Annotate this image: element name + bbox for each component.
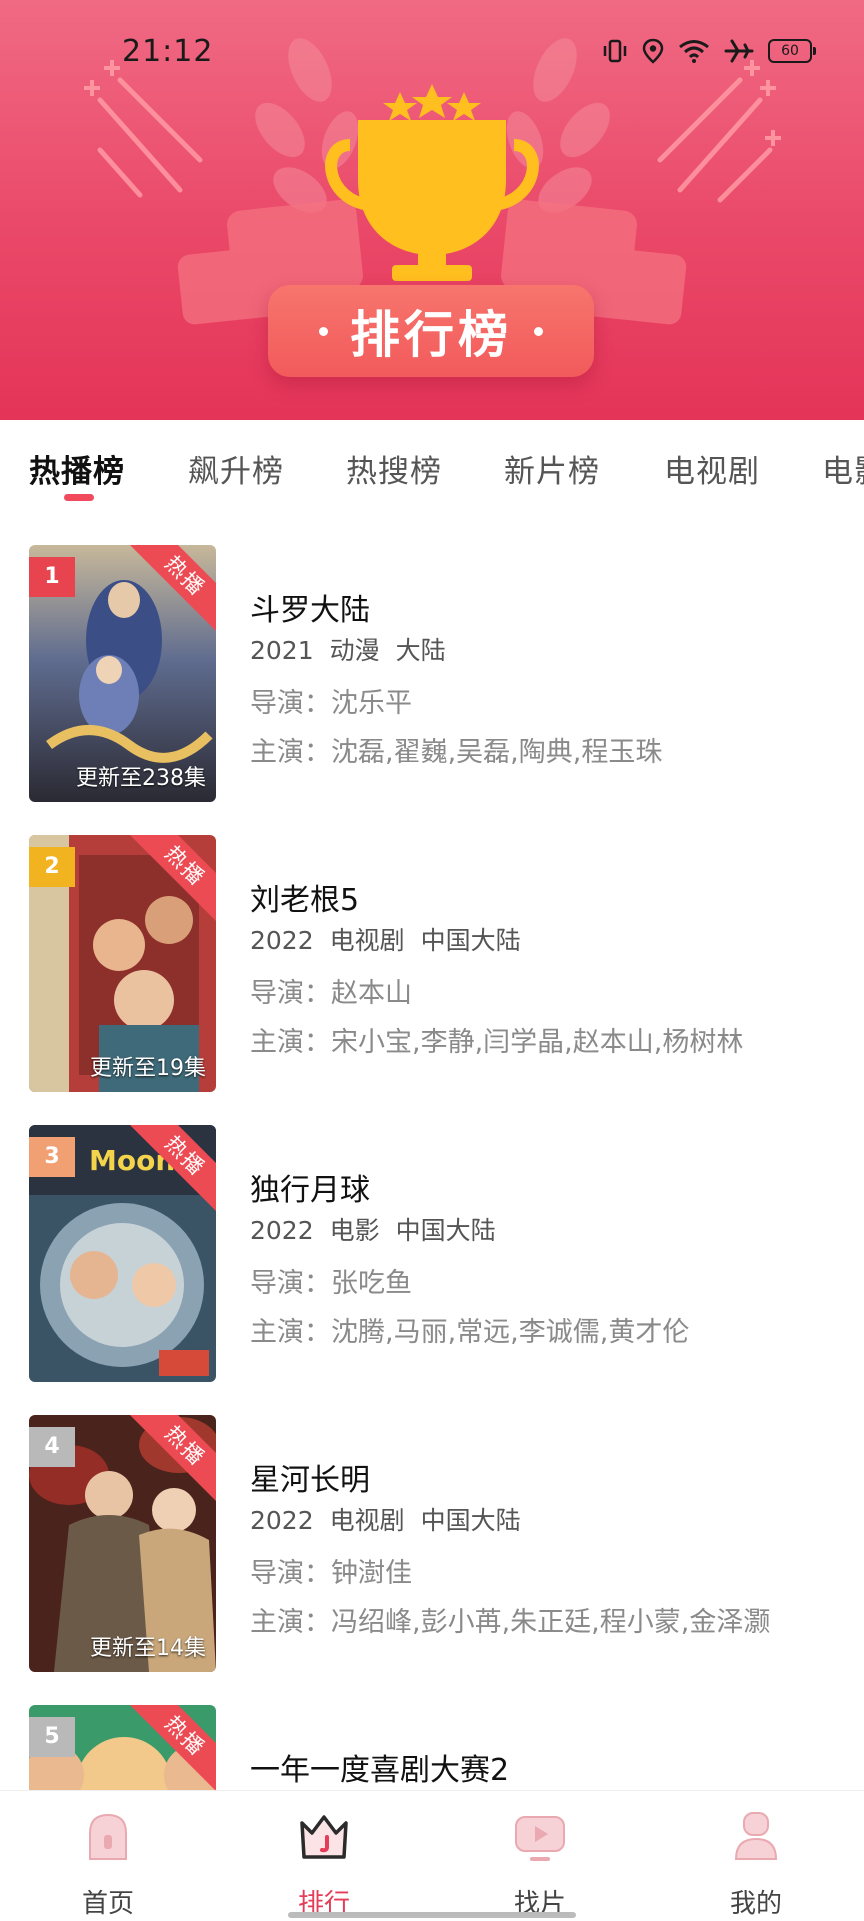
update-status: 更新至19集 xyxy=(90,1056,206,1081)
item-genre: 电视剧 xyxy=(329,1506,405,1535)
tab-new-release[interactable]: 新片榜 xyxy=(504,446,600,491)
rank-badge: 4 xyxy=(29,1427,75,1467)
item-genre: 电视剧 xyxy=(329,926,405,955)
tab-movie[interactable]: 电影 xyxy=(822,446,864,491)
item-year: 2021 xyxy=(250,636,314,665)
item-cast: 主演：冯绍峰,彭小苒,朱正廷,程小蒙,金泽灏 xyxy=(250,1607,771,1638)
item-cast: 主演：沈腾,马丽,常远,李诚儒,黄才伦 xyxy=(250,1317,690,1348)
poster-image[interactable]: 1 热播 更新至238集 xyxy=(29,545,216,802)
update-status: 更新至238集 xyxy=(76,766,206,791)
item-meta: 2021 动漫 大陆 xyxy=(250,631,462,667)
active-tab-indicator xyxy=(64,494,94,501)
list-item[interactable]: 5 热播 一年一度喜剧大赛2 xyxy=(0,1705,864,1790)
nav-ranking[interactable]: 排行 xyxy=(216,1791,432,1921)
item-cast: 主演：宋小宝,李静,闫学晶,赵本山,杨树林 xyxy=(250,1027,744,1058)
page-title: 排行榜 xyxy=(350,306,512,364)
item-director: 导演：赵本山 xyxy=(250,978,412,1009)
item-director: 导演：钟澍佳 xyxy=(250,1558,412,1589)
rank-badge: 1 xyxy=(29,557,75,597)
item-region: 中国大陆 xyxy=(395,1216,496,1245)
category-tabs: 热播榜 飙升榜 热搜榜 新片榜 电视剧 电影 xyxy=(0,420,864,510)
item-meta: 2022 电视剧 中国大陆 xyxy=(250,1501,537,1537)
item-year: 2022 xyxy=(250,926,314,955)
item-title[interactable]: 星河长明 xyxy=(250,1455,370,1499)
bottom-navigation: 首页 排行 找片 我的 xyxy=(0,1790,864,1921)
crown-icon xyxy=(300,1815,348,1859)
rank-badge: 3 xyxy=(29,1137,75,1177)
tab-rising[interactable]: 飙升榜 xyxy=(188,446,284,491)
ranking-list: 1 热播 更新至238集 斗罗大陆 2021 动漫 大陆 导演：沈乐平 主演：沈磊,… xyxy=(0,545,864,1790)
item-director: 导演：张吃鱼 xyxy=(250,1268,412,1299)
poster-image[interactable]: 5 热播 xyxy=(29,1705,216,1790)
ranking-header: 21:12 60 排行榜 xyxy=(0,0,864,420)
trophy-icon xyxy=(325,84,539,281)
poster-image[interactable]: 4 热播 更新至14集 xyxy=(29,1415,216,1672)
poster-image[interactable]: 2 热播 更新至19集 xyxy=(29,835,216,1092)
item-title[interactable]: 斗罗大陆 xyxy=(250,585,370,629)
nav-home-label: 首页 xyxy=(81,1889,134,1919)
tab-tv-series[interactable]: 电视剧 xyxy=(664,446,760,491)
tab-hot-search[interactable]: 热搜榜 xyxy=(346,446,442,491)
list-item[interactable]: 1 热播 更新至238集 斗罗大陆 2021 动漫 大陆 导演：沈乐平 主演：沈磊,… xyxy=(0,545,864,803)
home-icon xyxy=(89,1813,127,1860)
item-genre: 电影 xyxy=(329,1216,380,1245)
profile-icon xyxy=(734,1812,778,1860)
item-year: 2022 xyxy=(250,1506,314,1535)
item-director: 导演：沈乐平 xyxy=(250,688,412,719)
item-genre: 动漫 xyxy=(329,636,380,665)
item-region: 大陆 xyxy=(395,636,446,665)
home-indicator-bar[interactable] xyxy=(288,1912,576,1918)
play-icon xyxy=(515,1816,565,1861)
item-year: 2022 xyxy=(250,1216,314,1245)
item-title[interactable]: 独行月球 xyxy=(250,1165,370,1209)
tab-hot-play[interactable]: 热播榜 xyxy=(29,446,125,491)
list-item[interactable]: 4 热播 更新至14集 星河长明 2022 电视剧 中国大陆 导演：钟澍佳 主演：冯… xyxy=(0,1415,864,1673)
nav-profile[interactable]: 我的 xyxy=(648,1791,864,1921)
rank-badge: 2 xyxy=(29,847,75,887)
nav-profile-label: 我的 xyxy=(729,1889,782,1919)
item-title[interactable]: 一年一度喜剧大赛2 xyxy=(250,1745,509,1789)
item-region: 中国大陆 xyxy=(420,926,521,955)
item-title[interactable]: 刘老根5 xyxy=(250,875,359,919)
ranking-title-plaque: 排行榜 xyxy=(268,285,594,377)
item-meta: 2022 电视剧 中国大陆 xyxy=(250,921,537,957)
nav-find[interactable]: 找片 xyxy=(432,1791,648,1921)
item-cast: 主演：沈磊,翟巍,吴磊,陶典,程玉珠 xyxy=(250,737,663,768)
list-item[interactable]: Moon 3 热播 独行月球 2022 电影 中国大陆 导演：张吃鱼 主演：沈腾,马… xyxy=(0,1125,864,1383)
item-region: 中国大陆 xyxy=(420,1506,521,1535)
item-meta: 2022 电影 中国大陆 xyxy=(250,1211,512,1247)
rank-badge: 5 xyxy=(29,1717,75,1757)
plaque-dot-left xyxy=(319,326,328,336)
nav-home[interactable]: 首页 xyxy=(0,1791,216,1921)
update-status: 更新至14集 xyxy=(90,1636,206,1661)
poster-image[interactable]: Moon 3 热播 xyxy=(29,1125,216,1382)
plaque-dot-right xyxy=(534,326,543,336)
list-item[interactable]: 2 热播 更新至19集 刘老根5 2022 电视剧 中国大陆 导演：赵本山 主演：宋… xyxy=(0,835,864,1093)
